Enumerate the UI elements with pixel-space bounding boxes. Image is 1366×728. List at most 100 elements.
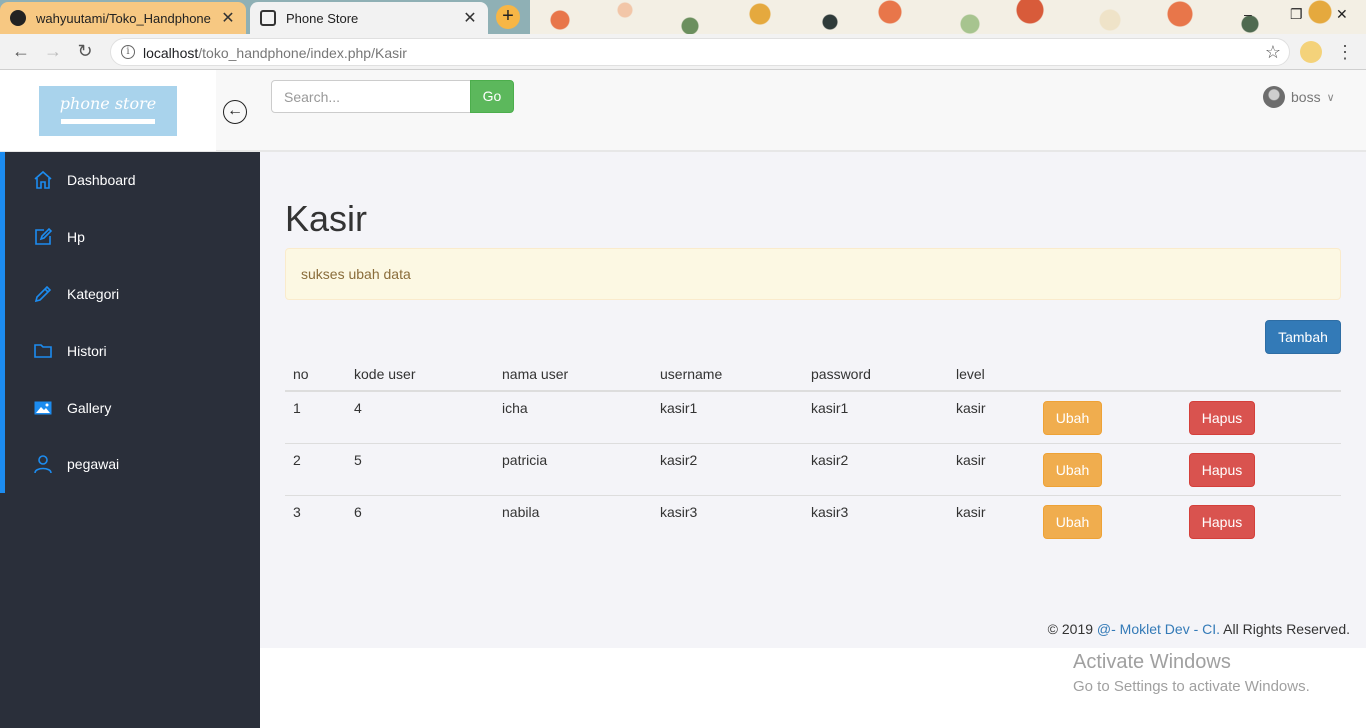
cell-level: kasir [948, 495, 1035, 547]
browser-toolbar: ← → ↻ i localhost/toko_handphone/index.p… [0, 34, 1366, 70]
table-row: 2 5 patricia kasir2 kasir2 kasir Ubah Ha… [285, 443, 1341, 496]
logo-underline [61, 119, 155, 124]
sidebar-toggle-icon[interactable]: ← [223, 100, 247, 124]
column-header-action-delete [1181, 357, 1341, 392]
cell-no: 3 [285, 495, 346, 547]
user-menu[interactable]: boss ∨ [1263, 86, 1335, 108]
minimize-icon[interactable]: – [1244, 6, 1252, 22]
tab-title: wahyuutami/Toko_Handphone [36, 10, 211, 26]
url-host: localhost [143, 45, 199, 61]
cell-username: kasir3 [652, 495, 803, 547]
pencil-icon [33, 284, 55, 304]
footer-copyright: © 2019 @- Moklet Dev - CI. All Rights Re… [1048, 621, 1350, 637]
cell-delete: Hapus [1181, 443, 1341, 496]
browser-menu-icon[interactable]: ⋮ [1336, 42, 1354, 63]
sidebar-item-histori[interactable]: Histori [5, 322, 260, 379]
edit-button[interactable]: Ubah [1043, 505, 1102, 539]
delete-button[interactable]: Hapus [1189, 453, 1255, 487]
window-close-icon[interactable]: ✕ [1336, 6, 1348, 23]
cell-delete: Hapus [1181, 495, 1341, 547]
footer-suffix: All Rights Reserved. [1223, 621, 1350, 637]
sidebar-menu: Dashboard Hp Kategori Histori Gallery pe… [0, 152, 260, 493]
chevron-down-icon: ∨ [1326, 91, 1335, 104]
tab-title: Phone Store [286, 10, 359, 26]
tab-strip-theme-background [530, 0, 1366, 34]
column-header-action-edit [1035, 357, 1181, 392]
user-icon [33, 454, 55, 474]
url-path: /toko_handphone/index.php/Kasir [198, 45, 407, 61]
table-header-row: no kode user nama user username password… [285, 357, 1341, 392]
site-info-icon[interactable]: i [121, 45, 135, 59]
back-arrow-icon[interactable]: ← [10, 41, 32, 62]
sidebar-item-dashboard[interactable]: Dashboard [5, 152, 260, 209]
github-icon [10, 10, 26, 26]
search-go-button[interactable]: Go [470, 80, 514, 113]
forward-arrow-icon[interactable]: → [42, 41, 64, 62]
cell-level: kasir [948, 390, 1035, 444]
column-header: password [803, 357, 948, 392]
sidebar-item-hp[interactable]: Hp [5, 209, 260, 266]
home-icon [33, 170, 55, 190]
cell-delete: Hapus [1181, 390, 1341, 444]
cell-level: kasir [948, 443, 1035, 496]
table-row: 3 6 nabila kasir3 kasir3 kasir Ubah Hapu… [285, 495, 1341, 547]
delete-button[interactable]: Hapus [1189, 505, 1255, 539]
new-tab-button[interactable]: + [496, 5, 520, 29]
cell-nama-user: icha [494, 390, 652, 444]
main-content: Kasir sukses ubah data Tambah no kode us… [260, 152, 1366, 648]
footer-prefix: © 2019 [1047, 621, 1094, 637]
sidebar-item-label: pegawai [67, 456, 120, 473]
sidebar-item-label: Dashboard [67, 172, 136, 189]
cell-nama-user: patricia [494, 443, 652, 496]
url-text: localhost/toko_handphone/index.php/Kasir [143, 45, 407, 61]
cell-username: kasir2 [652, 443, 803, 496]
sidebar-item-gallery[interactable]: Gallery [5, 379, 260, 436]
cell-password: kasir3 [803, 495, 948, 547]
delete-button[interactable]: Hapus [1189, 401, 1255, 435]
browser-tab-strip: wahyuutami/Toko_Handphone ✕ Phone Store … [0, 0, 1366, 34]
sidebar-item-label: Histori [67, 342, 107, 359]
browser-tab-github[interactable]: wahyuutami/Toko_Handphone ✕ [0, 2, 246, 34]
watermark-subtitle: Go to Settings to activate Windows. [1073, 678, 1310, 695]
phone-store-logo[interactable]: phone store [39, 86, 177, 136]
sidebar-item-pegawai[interactable]: pegawai [5, 436, 260, 493]
windows-activation-watermark: Activate Windows Go to Settings to activ… [1073, 651, 1310, 695]
edit-button[interactable]: Ubah [1043, 453, 1102, 487]
sidebar-item-kategori[interactable]: Kategori [5, 266, 260, 323]
cell-no: 2 [285, 443, 346, 496]
page-title: Kasir [285, 198, 368, 239]
edit-button[interactable]: Ubah [1043, 401, 1102, 435]
cell-no: 1 [285, 390, 346, 444]
add-kasir-button[interactable]: Tambah [1265, 320, 1341, 354]
footer-link[interactable]: @- Moklet Dev - CI. [1097, 621, 1220, 637]
bookmark-star-icon[interactable]: ☆ [1265, 42, 1281, 63]
reload-icon[interactable]: ↻ [74, 41, 96, 62]
watermark-title: Activate Windows [1073, 651, 1231, 673]
cell-edit: Ubah [1035, 443, 1181, 496]
column-header: no [285, 357, 346, 392]
cell-password: kasir2 [803, 443, 948, 496]
cell-username: kasir1 [652, 390, 803, 444]
edit-icon [33, 227, 55, 247]
address-bar[interactable]: i localhost/toko_handphone/index.php/Kas… [110, 38, 1290, 66]
sidebar-item-label: Kategori [67, 285, 120, 302]
sidebar-item-label: Gallery [67, 399, 112, 416]
column-header: kode user [346, 357, 494, 392]
avatar [1263, 86, 1285, 108]
search-input[interactable] [271, 80, 471, 113]
cell-kode-user: 4 [346, 390, 494, 444]
tab-close-icon[interactable]: ✕ [220, 8, 236, 28]
app-top-navbar: phone store ← Go boss ∨ [0, 70, 1366, 152]
cell-edit: Ubah [1035, 390, 1181, 444]
logo-text: phone store [59, 94, 157, 113]
sidebar-item-label: Hp [67, 229, 85, 246]
cell-password: kasir1 [803, 390, 948, 444]
profile-icon[interactable] [1300, 41, 1322, 63]
cell-nama-user: nabila [494, 495, 652, 547]
page-favicon-icon [260, 10, 276, 26]
tab-close-icon[interactable]: ✕ [462, 8, 478, 28]
browser-tab-phone-store[interactable]: Phone Store ✕ [250, 2, 488, 34]
restore-icon[interactable]: ❐ [1290, 6, 1303, 23]
column-header: nama user [494, 357, 652, 392]
cell-kode-user: 6 [346, 495, 494, 547]
